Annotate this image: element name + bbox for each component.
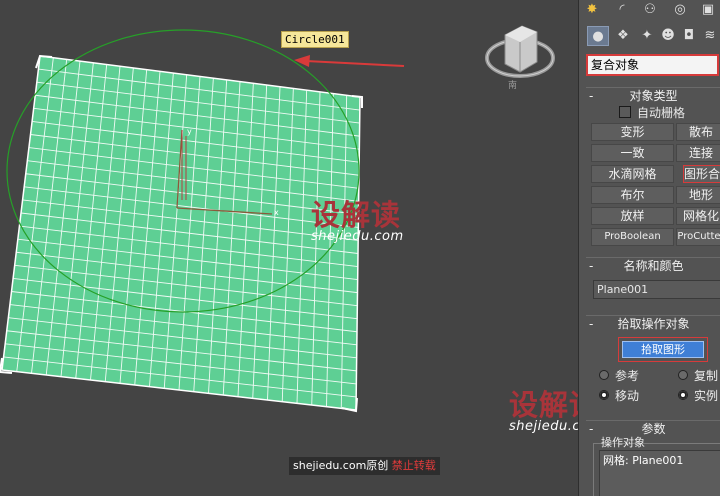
proboolean-button[interactable]: ProBoolean — [591, 228, 674, 246]
operands-group-label: 操作对象 — [601, 436, 645, 449]
rollout-title: 拾取操作对象 — [617, 317, 690, 331]
radio-label: 移动 — [615, 389, 640, 403]
operands-list[interactable]: 网格: Plane001 — [599, 450, 720, 496]
cameras-icon[interactable]: ☻ — [657, 26, 679, 46]
autogrid-label: 自动栅格 — [637, 106, 686, 120]
geometry-icon[interactable]: ● — [587, 26, 609, 46]
rollout-title: 名称和颜色 — [623, 259, 684, 273]
create-subtabs: ● ❖ ✦ ☻ ◘ ≋ — [579, 26, 720, 50]
display-tab-icon[interactable]: ▣ — [697, 0, 719, 20]
checkbox-box — [619, 106, 631, 118]
rollout-name-color[interactable]: - 名称和颜色 — [586, 257, 720, 274]
modify-tab-icon[interactable]: ◜ — [611, 0, 633, 20]
rollout-parameters[interactable]: - 参数 — [586, 420, 720, 437]
morph-button[interactable]: 变形 — [591, 123, 674, 141]
object-tooltip: Circle001 — [281, 31, 349, 48]
loft-button[interactable]: 放样 — [591, 207, 674, 225]
lights-icon[interactable]: ✦ — [636, 26, 658, 46]
copyright-site: shejiedu.com原创 — [293, 459, 389, 472]
copyright-warning: 禁止转载 — [391, 459, 436, 472]
boolean-button[interactable]: 布尔 — [591, 186, 674, 204]
connect-button[interactable]: 连接 — [676, 144, 720, 162]
radio-label: 复制 — [694, 369, 719, 383]
annotation-arrow — [294, 55, 405, 67]
panel-tabs: ✸ ◜ ⚇ ◎ ▣ — [579, 0, 720, 24]
hierarchy-tab-icon[interactable]: ⚇ — [639, 0, 661, 20]
blobmesh-button[interactable]: 水滴网格 — [591, 165, 674, 183]
rollout-object-type[interactable]: - 对象类型 — [586, 87, 720, 104]
list-item[interactable]: 网格: Plane001 — [603, 454, 719, 467]
axis-x-label: x — [274, 208, 279, 217]
radio-dot — [599, 370, 609, 380]
radio-move[interactable]: 移动 — [599, 389, 639, 403]
radio-copy[interactable]: 复制 — [678, 369, 718, 383]
motion-tab-icon[interactable]: ◎ — [669, 0, 691, 20]
radio-dot — [599, 390, 609, 400]
viewport-scene[interactable]: y x 南 — [0, 0, 578, 496]
viewcube-icon[interactable]: 南 — [485, 25, 555, 91]
spacewarps-icon[interactable]: ≋ — [699, 26, 720, 46]
pick-shape-button-frame[interactable]: 拾取图形 — [618, 337, 708, 362]
pick-shape-button[interactable]: 拾取图形 — [622, 341, 704, 358]
mesher-button[interactable]: 网格化 — [676, 207, 720, 225]
watermark-bottom: 设解读 shejiedu.com — [509, 390, 578, 434]
watermark-logo: 设解读 — [509, 388, 578, 422]
watermark-logo: 设解读 — [311, 198, 402, 232]
create-tab-icon[interactable]: ✸ — [581, 0, 603, 20]
scatter-button[interactable]: 散布 — [676, 123, 720, 141]
watermark-url: shejiedu.com — [509, 419, 578, 434]
radio-dot — [678, 390, 688, 400]
perspective-viewport[interactable]: y x 南 Circle001 设解读 shejiedu.com 设解读 she… — [0, 0, 578, 496]
helpers-icon[interactable]: ◘ — [678, 26, 700, 46]
shapemerge-button[interactable]: 图形合并 — [683, 165, 720, 183]
radio-dot — [678, 370, 688, 380]
rollout-pick-operand[interactable]: - 拾取操作对象 — [586, 315, 720, 332]
radio-label: 实例 — [694, 389, 719, 403]
copyright-note: shejiedu.com原创 禁止转载 — [289, 457, 440, 475]
radio-reference[interactable]: 参考 — [599, 369, 639, 383]
axis-y-label: y — [187, 127, 192, 136]
autogrid-checkbox[interactable]: 自动栅格 — [619, 106, 685, 120]
object-name-field[interactable]: Plane001 — [593, 280, 720, 299]
watermark-top: 设解读 shejiedu.com — [311, 200, 404, 244]
command-panel: ✸ ◜ ⚇ ◎ ▣ ● ❖ ✦ ☻ ◘ ≋ 复合对象 - 对象类型 自动栅格 变… — [578, 0, 720, 496]
terrain-button[interactable]: 地形 — [676, 186, 720, 204]
radio-label: 参考 — [615, 369, 640, 383]
conform-button[interactable]: 一致 — [591, 144, 674, 162]
watermark-url: shejiedu.com — [311, 229, 404, 244]
shapes-icon[interactable]: ❖ — [612, 26, 634, 46]
svg-text:南: 南 — [508, 79, 517, 91]
radio-instance[interactable]: 实例 — [678, 389, 718, 403]
procutter-button[interactable]: ProCutter — [676, 228, 720, 246]
category-dropdown[interactable]: 复合对象 — [586, 54, 719, 76]
rollout-title: 对象类型 — [629, 89, 678, 103]
rollout-title: 参数 — [641, 422, 666, 436]
